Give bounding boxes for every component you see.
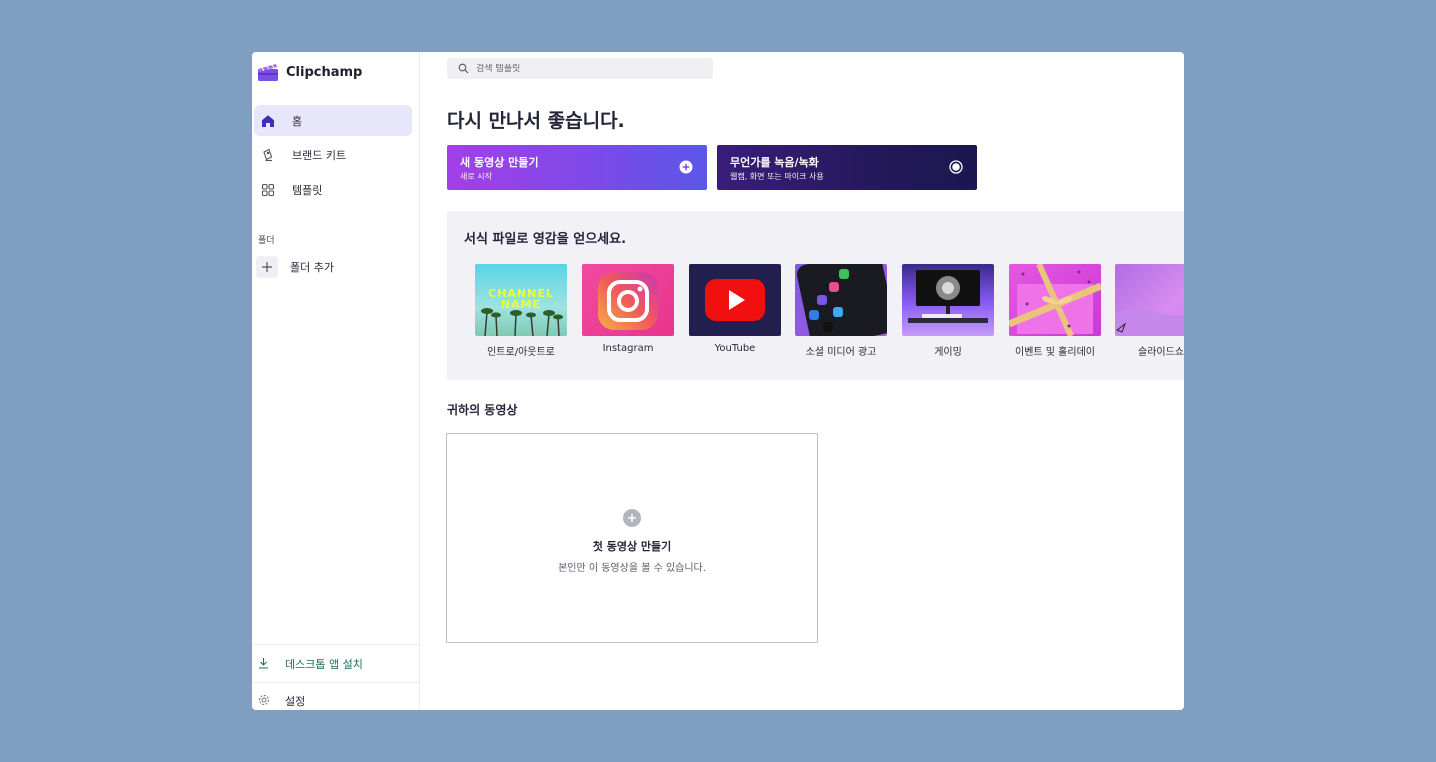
template-thumbnail: [582, 264, 674, 336]
sidebar-item-label: 홈: [292, 114, 303, 128]
add-folder-label: 폴더 추가: [290, 261, 334, 274]
templates-heading: 서식 파일로 영감을 얻으세요.: [464, 232, 627, 247]
template-thumbnail: [902, 264, 994, 336]
page-title: 다시 만나서 좋습니다.: [447, 110, 625, 132]
cta-subtitle: 웹캠, 화면 또는 마이크 사용: [730, 172, 824, 181]
templates-section: 서식 파일로 영감을 얻으세요. CHANNEL NAME 인트로/아웃트로 I…: [447, 211, 1184, 380]
folders-section-label: 폴더: [258, 236, 275, 246]
template-thumbnail: CHANNEL NAME: [475, 264, 567, 336]
divider: [252, 644, 419, 645]
template-label: 이벤트 및 홀리데이: [1015, 347, 1095, 358]
gear-icon: [258, 694, 272, 709]
settings-button[interactable]: 설정: [258, 693, 305, 709]
create-first-video-card[interactable]: 첫 동영상 만들기 본인만 이 동영상을 볼 수 있습니다.: [446, 433, 818, 643]
clipchamp-logo-icon: [258, 64, 278, 81]
create-new-video-button[interactable]: 새 동영상 만들기 새로 시작: [447, 145, 707, 190]
cta-title: 새 동영상 만들기: [460, 156, 539, 169]
template-gaming[interactable]: 게이밍: [902, 264, 994, 358]
template-thumbnail: [1115, 264, 1184, 336]
template-label: 소셜 미디어 광고: [805, 347, 877, 358]
install-label: 데스크톱 앱 설치: [285, 658, 363, 671]
home-icon: [260, 113, 276, 129]
sidebar-item-templates[interactable]: 템플릿: [254, 174, 412, 205]
empty-title: 첫 동영상 만들기: [592, 540, 672, 553]
thumbnail-text: CHANNEL NAME: [488, 287, 554, 311]
search-bar[interactable]: [447, 58, 713, 79]
template-thumbnail: [689, 264, 781, 336]
gift-box-image: [1009, 264, 1101, 336]
template-social-media-ads[interactable]: 소셜 미디어 광고: [795, 264, 887, 358]
template-label: 슬라이드쇼: [1138, 347, 1184, 358]
sidebar-item-label: 브랜드 키트: [292, 148, 347, 162]
template-label: 게이밍: [934, 347, 962, 358]
instagram-icon: [598, 272, 658, 330]
template-thumbnail: [795, 264, 887, 336]
template-label: YouTube: [714, 343, 756, 354]
cta-title: 무언가를 녹음/녹화: [730, 156, 819, 169]
record-something-button[interactable]: 무언가를 녹음/녹화 웹캠, 화면 또는 마이크 사용: [717, 145, 977, 190]
settings-label: 설정: [285, 695, 306, 708]
install-desktop-app-button[interactable]: 데스크톱 앱 설치: [258, 656, 363, 672]
plus-circle-icon: [623, 509, 641, 527]
plus-icon: [256, 256, 278, 278]
divider: [252, 682, 419, 683]
your-videos-heading: 귀하의 동영상: [447, 403, 518, 417]
slideshow-image: [1115, 308, 1184, 336]
gaming-setup-image: [908, 270, 988, 323]
app-window: Clipchamp 홈 브랜드 키트 템플릿 폴더 폴더 추가 데스크톱 앱 설…: [252, 52, 1184, 710]
phone-apps-image: [796, 264, 887, 336]
sidebar-item-home[interactable]: 홈: [254, 105, 412, 136]
cta-subtitle: 새로 시작: [460, 172, 492, 181]
search-icon: [458, 63, 469, 74]
template-youtube[interactable]: YouTube: [689, 264, 781, 354]
search-input[interactable]: [476, 63, 696, 74]
sidebar-item-brand-kit[interactable]: 브랜드 키트: [254, 139, 412, 170]
template-thumbnail: [1009, 264, 1101, 336]
template-instagram[interactable]: Instagram: [582, 264, 674, 354]
sidebar-item-label: 템플릿: [292, 183, 323, 197]
template-slideshow[interactable]: 슬라이드쇼: [1115, 264, 1184, 358]
plus-circle-icon: [679, 160, 693, 174]
record-icon: [949, 160, 963, 174]
brand-kit-icon: [260, 147, 276, 163]
template-label: 인트로/아웃트로: [487, 347, 555, 358]
empty-subtitle: 본인만 이 동영상을 볼 수 있습니다.: [558, 563, 706, 574]
app-name: Clipchamp: [286, 64, 363, 80]
template-intro-outro[interactable]: CHANNEL NAME 인트로/아웃트로: [475, 264, 567, 358]
download-icon: [258, 657, 272, 672]
brand[interactable]: Clipchamp: [257, 61, 362, 83]
add-folder-button[interactable]: 폴더 추가: [256, 256, 334, 278]
templates-icon: [260, 182, 276, 198]
template-label: Instagram: [602, 343, 654, 354]
youtube-icon: [705, 279, 765, 321]
template-events-holidays[interactable]: 이벤트 및 홀리데이: [1009, 264, 1101, 358]
sidebar: Clipchamp 홈 브랜드 키트 템플릿 폴더 폴더 추가 데스크톱 앱 설…: [252, 52, 420, 710]
